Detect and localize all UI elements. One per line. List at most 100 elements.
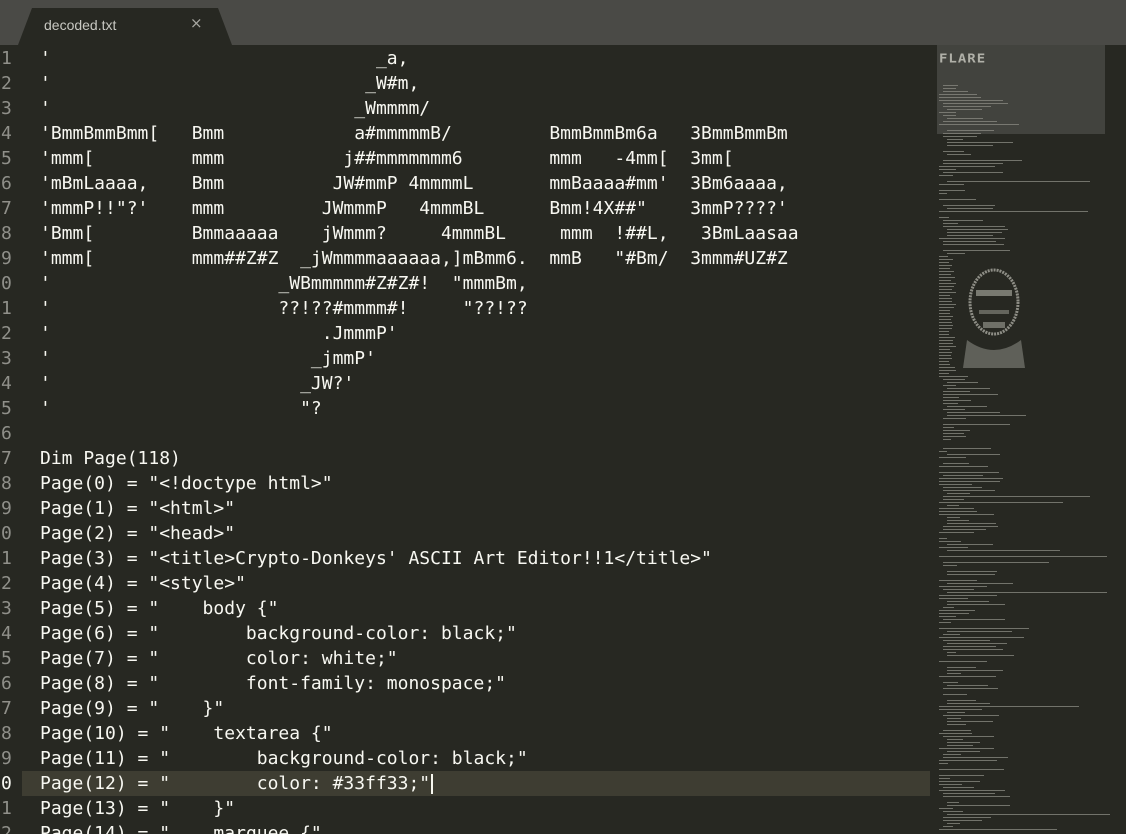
minimap-line	[947, 520, 969, 521]
code-line[interactable]: Page(6) = " background-color: black;"	[40, 621, 517, 646]
minimap-line	[939, 274, 951, 275]
code-line-text: ' ??!??#mmmm#! "??!??	[40, 298, 528, 319]
minimap-line	[939, 331, 950, 332]
minimap-line	[939, 199, 976, 200]
line-number: 4	[1, 373, 12, 394]
code-line[interactable]: 'BmmBmmBmm[ Bmm a#mmmmmB/ BmmBmmBm6a 3Bm…	[40, 121, 788, 146]
minimap-line	[939, 310, 950, 311]
minimap-line	[943, 133, 981, 134]
code-line[interactable]: Page(7) = " color: white;"	[40, 646, 398, 671]
minimap-line	[943, 106, 992, 107]
code-line-text: Page(13) = " }"	[40, 798, 236, 819]
minimap-line	[939, 598, 968, 599]
code-line[interactable]: Page(11) = " background-color: black;"	[40, 746, 528, 771]
minimap-line	[943, 427, 955, 428]
code-line-text: 'mmm[ mmm##Z#Z _jWmmmmaaaaaa,]mBmm6. mmB…	[40, 248, 788, 269]
minimap-line	[943, 103, 1009, 104]
code-line[interactable]: Page(5) = " body {"	[40, 596, 278, 621]
minimap-line	[943, 436, 966, 437]
minimap-line	[939, 376, 968, 377]
minimap-line	[939, 481, 1000, 482]
code-line[interactable]: Page(0) = "<!doctype html>"	[40, 471, 333, 496]
minimap-line	[939, 238, 1006, 239]
tab-title[interactable]: decoded.txt	[44, 17, 116, 33]
minimap-line	[947, 412, 1001, 413]
code-line[interactable]: ' "?	[40, 396, 322, 421]
code-line[interactable]: Page(9) = " }"	[40, 696, 224, 721]
code-line[interactable]: Page(14) = " marquee {"	[40, 821, 322, 834]
code-line[interactable]: 'Bmm[ Bmmaaaaa jWmmm? 4mmmBL mmm !##L, 3…	[40, 221, 799, 246]
minimap-line	[939, 484, 972, 485]
minimap-line	[939, 304, 957, 305]
minimap-line	[947, 751, 981, 752]
code-line[interactable]: ' ??!??#mmmm#! "??!??	[40, 296, 528, 321]
tab-close-icon[interactable]: ×	[190, 14, 203, 32]
minimap-line	[939, 622, 952, 623]
code-line[interactable]: ' _JW?'	[40, 371, 354, 396]
minimap-line	[939, 661, 987, 662]
minimap-line	[939, 709, 982, 710]
code-line[interactable]: 'mBmLaaaa, Bmm JW#mmP 4mmmmL mmBaaaa#mm'…	[40, 171, 788, 196]
code-line[interactable]: Page(1) = "<html>"	[40, 496, 235, 521]
code-line[interactable]: ' .JmmmP'	[40, 321, 398, 346]
minimap-line	[947, 382, 978, 383]
minimap-line	[939, 328, 952, 329]
line-number: 9	[1, 748, 12, 769]
minimap-line	[943, 244, 1004, 245]
code-line-text: 'mmmP!!"?' mmm JWmmmP 4mmmBL Bmm!4X##" 3…	[40, 198, 788, 219]
minimap-line	[947, 721, 994, 722]
minimap-line	[939, 610, 976, 611]
minimap-line	[939, 676, 996, 677]
minimap-line	[947, 253, 966, 254]
minimap-line	[943, 811, 963, 812]
minimap-line	[939, 346, 957, 347]
minimap-line	[947, 139, 963, 140]
code-line[interactable]: ' _jmmP'	[40, 346, 376, 371]
minimap-line	[939, 307, 954, 308]
code-line[interactable]: Page(3) = "<title>Crypto-Donkeys' ASCII …	[40, 546, 712, 571]
code-line-text: ' _a,	[40, 48, 409, 69]
code-line[interactable]: ' _Wmmmm/	[40, 96, 430, 121]
minimap-line	[939, 748, 994, 749]
code-line[interactable]: Page(12) = " color: #33ff33;"	[22, 771, 930, 796]
minimap-line	[939, 298, 952, 299]
minimap-line	[939, 466, 988, 467]
code-line[interactable]: Page(13) = " }"	[40, 796, 235, 821]
code-line[interactable]: 'mmmP!!"?' mmm JWmmmP 4mmmBL Bmm!4X##" 3…	[40, 196, 788, 221]
minimap-line	[947, 724, 967, 725]
minimap-line	[939, 370, 956, 371]
code-line[interactable]: 'mmm[ mmm##Z#Z _jWmmmmaaaaaa,]mBmm6. mmB…	[40, 246, 788, 271]
minimap-line	[939, 358, 953, 359]
minimap-line	[947, 235, 994, 236]
line-number: 7	[1, 448, 12, 469]
line-number: 0	[1, 773, 12, 794]
minimap[interactable]: FLARE	[937, 45, 1126, 834]
code-line[interactable]: ' _W#m,	[40, 71, 419, 96]
minimap-line	[943, 418, 966, 419]
minimap-line	[939, 781, 980, 782]
code-line[interactable]: ' _a,	[40, 46, 408, 71]
minimap-line	[943, 607, 954, 608]
code-line[interactable]: Page(10) = " textarea {"	[40, 721, 333, 746]
minimap-line	[939, 733, 972, 734]
minimap-line	[947, 655, 1015, 656]
minimap-line	[947, 652, 956, 653]
code-line-text: ' "?	[40, 398, 322, 419]
text-editor-area[interactable]: ' _a, ' _W#m, ' _Wmmmm/ 'BmmBmmBmm[ Bmm a#m…	[22, 45, 930, 834]
minimap-line	[943, 694, 968, 695]
minimap-line	[943, 796, 1010, 797]
line-number: 1	[1, 798, 12, 819]
code-line[interactable]: Page(8) = " font-family: monospace;"	[40, 671, 506, 696]
code-line[interactable]: ' _WBmmmmm#Z#Z#! "mmmBm,	[40, 271, 528, 296]
code-line[interactable]: Page(2) = "<head>"	[40, 521, 235, 546]
text-cursor	[431, 774, 434, 794]
code-line[interactable]: Page(4) = "<style>"	[40, 571, 246, 596]
minimap-line	[943, 529, 987, 530]
code-line-text: 'mmm[ mmm j##mmmmmmm6 mmm -4mm[ 3mm[	[40, 148, 734, 169]
minimap-line	[939, 313, 951, 314]
minimap-line	[939, 292, 956, 293]
code-line[interactable]: 'mmm[ mmm j##mmmmmmm6 mmm -4mm[ 3mm[	[40, 146, 734, 171]
code-line[interactable]: Dim Page(118)	[40, 446, 181, 471]
minimap-line	[947, 745, 973, 746]
minimap-line	[947, 604, 1006, 605]
